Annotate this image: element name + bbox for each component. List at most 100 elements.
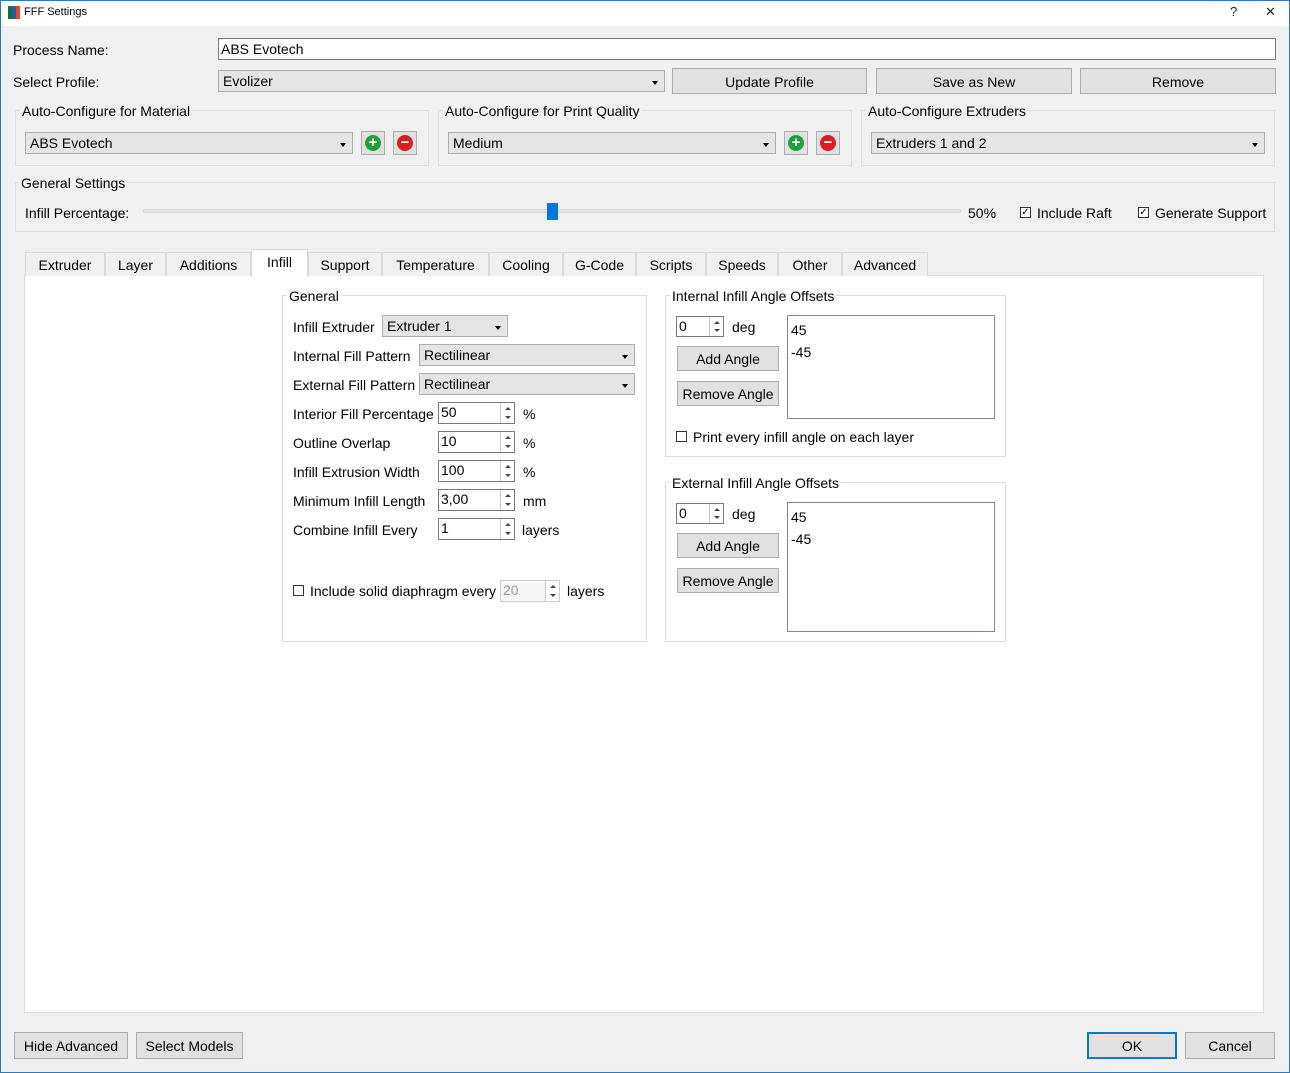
- tab-scripts[interactable]: Scripts: [636, 252, 706, 276]
- plus-icon: +: [365, 135, 381, 151]
- tab-support[interactable]: Support: [308, 252, 382, 276]
- tab-advanced[interactable]: Advanced: [842, 252, 928, 276]
- help-button[interactable]: ?: [1230, 4, 1237, 19]
- spin-arrows-icon[interactable]: [500, 461, 514, 481]
- remove-material-button[interactable]: −: [393, 131, 417, 155]
- outline-overlap-unit: %: [523, 435, 536, 451]
- profile-select[interactable]: Evolizer: [218, 70, 665, 92]
- list-item[interactable]: 45: [791, 506, 991, 528]
- generate-support-label: Generate Support: [1155, 205, 1267, 221]
- spin-arrows-icon[interactable]: [500, 403, 514, 423]
- include-raft-label: Include Raft: [1037, 205, 1112, 221]
- interior-fill-percentage-unit: %: [523, 406, 536, 422]
- combine-infill-spinbox[interactable]: 1: [438, 518, 515, 540]
- chevron-down-icon: [622, 384, 628, 388]
- spin-arrows-icon[interactable]: [709, 317, 723, 336]
- interior-fill-percentage-value: 50: [441, 404, 457, 420]
- external-fill-pattern-select[interactable]: Rectilinear: [419, 373, 635, 395]
- list-item[interactable]: 45: [791, 319, 991, 341]
- interior-fill-percentage-spinbox[interactable]: 50: [438, 402, 515, 424]
- internal-fill-pattern-value: Rectilinear: [424, 347, 491, 363]
- include-raft-checkbox[interactable]: ✓: [1020, 207, 1031, 218]
- process-name-field[interactable]: ABS Evotech: [218, 38, 1276, 60]
- tab-additions[interactable]: Additions: [166, 252, 251, 276]
- minimum-infill-length-unit: mm: [523, 493, 547, 509]
- minimum-infill-length-spinbox[interactable]: 3,00: [438, 489, 515, 511]
- spin-arrows-icon[interactable]: [709, 504, 723, 523]
- tab-gcode[interactable]: G-Code: [563, 252, 636, 276]
- spin-arrows-icon[interactable]: [500, 519, 514, 539]
- spin-arrows-icon[interactable]: [500, 490, 514, 510]
- extruders-select[interactable]: Extruders 1 and 2: [871, 132, 1265, 154]
- select-models-button[interactable]: Select Models: [136, 1032, 243, 1059]
- tab-cooling[interactable]: Cooling: [489, 252, 563, 276]
- outline-overlap-spinbox[interactable]: 10: [438, 431, 515, 453]
- minus-icon: −: [397, 135, 413, 151]
- add-material-button[interactable]: +: [361, 131, 385, 155]
- app-icon: [8, 6, 20, 19]
- list-item[interactable]: -45: [791, 341, 991, 363]
- plus-icon: +: [788, 135, 804, 151]
- profile-select-value: Evolizer: [223, 73, 273, 89]
- external-angles-list[interactable]: 45 -45: [787, 502, 995, 632]
- spin-arrows-icon[interactable]: [500, 432, 514, 452]
- tab-infill[interactable]: Infill: [251, 249, 308, 277]
- internal-angles-list[interactable]: 45 -45: [787, 315, 995, 419]
- tab-speeds[interactable]: Speeds: [706, 252, 778, 276]
- remove-quality-button[interactable]: −: [816, 131, 840, 155]
- solid-diaphragm-value: 20: [503, 582, 519, 598]
- infill-slider-thumb[interactable]: [546, 203, 558, 220]
- remove-profile-button[interactable]: Remove: [1080, 68, 1276, 94]
- hide-advanced-button[interactable]: Hide Advanced: [14, 1032, 128, 1059]
- infill-extruder-value: Extruder 1: [387, 318, 452, 334]
- external-fill-pattern-label: External Fill Pattern: [293, 377, 416, 393]
- auto-material-title: Auto-Configure for Material: [20, 103, 193, 119]
- outline-overlap-value: 10: [441, 433, 457, 449]
- solid-diaphragm-unit: layers: [567, 583, 605, 599]
- chevron-down-icon: [495, 326, 501, 330]
- internal-fill-pattern-select[interactable]: Rectilinear: [419, 344, 635, 366]
- external-angle-unit: deg: [732, 506, 756, 522]
- infill-percentage-value: 50%: [968, 205, 997, 221]
- internal-offsets-title: Internal Infill Angle Offsets: [670, 288, 837, 304]
- save-as-new-button[interactable]: Save as New: [876, 68, 1072, 94]
- auto-extruders-title: Auto-Configure Extruders: [866, 103, 1028, 119]
- combine-infill-unit: layers: [522, 522, 560, 538]
- auto-quality-title: Auto-Configure for Print Quality: [443, 103, 642, 119]
- external-offsets-title: External Infill Angle Offsets: [670, 475, 842, 491]
- quality-select-value: Medium: [453, 135, 503, 151]
- tab-temperature[interactable]: Temperature: [382, 252, 489, 276]
- general-settings-title: General Settings: [19, 175, 128, 191]
- print-every-angle-checkbox[interactable]: [676, 431, 687, 442]
- infill-extruder-select[interactable]: Extruder 1: [382, 315, 508, 337]
- external-add-angle-button[interactable]: Add Angle: [677, 533, 779, 558]
- infill-extrusion-width-label: Infill Extrusion Width: [293, 464, 420, 480]
- internal-add-angle-button[interactable]: Add Angle: [677, 346, 779, 371]
- chevron-down-icon: [622, 355, 628, 359]
- generate-support-checkbox[interactable]: ✓: [1138, 207, 1149, 218]
- external-angle-spinbox[interactable]: 0: [676, 503, 724, 524]
- material-select[interactable]: ABS Evotech: [25, 132, 353, 154]
- solid-diaphragm-checkbox[interactable]: [293, 585, 304, 596]
- tab-extruder[interactable]: Extruder: [25, 252, 105, 276]
- internal-angle-spinbox[interactable]: 0: [676, 316, 724, 337]
- cancel-button[interactable]: Cancel: [1185, 1032, 1275, 1059]
- update-profile-button[interactable]: Update Profile: [672, 68, 867, 94]
- ok-button[interactable]: OK: [1087, 1032, 1177, 1059]
- list-item[interactable]: -45: [791, 528, 991, 550]
- internal-remove-angle-button[interactable]: Remove Angle: [677, 381, 779, 406]
- tab-other[interactable]: Other: [778, 252, 842, 276]
- add-quality-button[interactable]: +: [784, 131, 808, 155]
- tab-layer[interactable]: Layer: [105, 252, 166, 276]
- close-window-button[interactable]: ✕: [1265, 4, 1276, 20]
- minus-icon: −: [820, 135, 836, 151]
- quality-select[interactable]: Medium: [448, 132, 776, 154]
- infill-extrusion-width-unit: %: [523, 464, 536, 480]
- infill-extrusion-width-spinbox[interactable]: 100: [438, 460, 515, 482]
- external-angle-value: 0: [679, 505, 687, 521]
- select-profile-label: Select Profile:: [13, 74, 100, 90]
- chevron-down-icon: [340, 143, 346, 147]
- external-fill-pattern-value: Rectilinear: [424, 376, 491, 392]
- extruders-select-value: Extruders 1 and 2: [876, 135, 987, 151]
- external-remove-angle-button[interactable]: Remove Angle: [677, 568, 779, 593]
